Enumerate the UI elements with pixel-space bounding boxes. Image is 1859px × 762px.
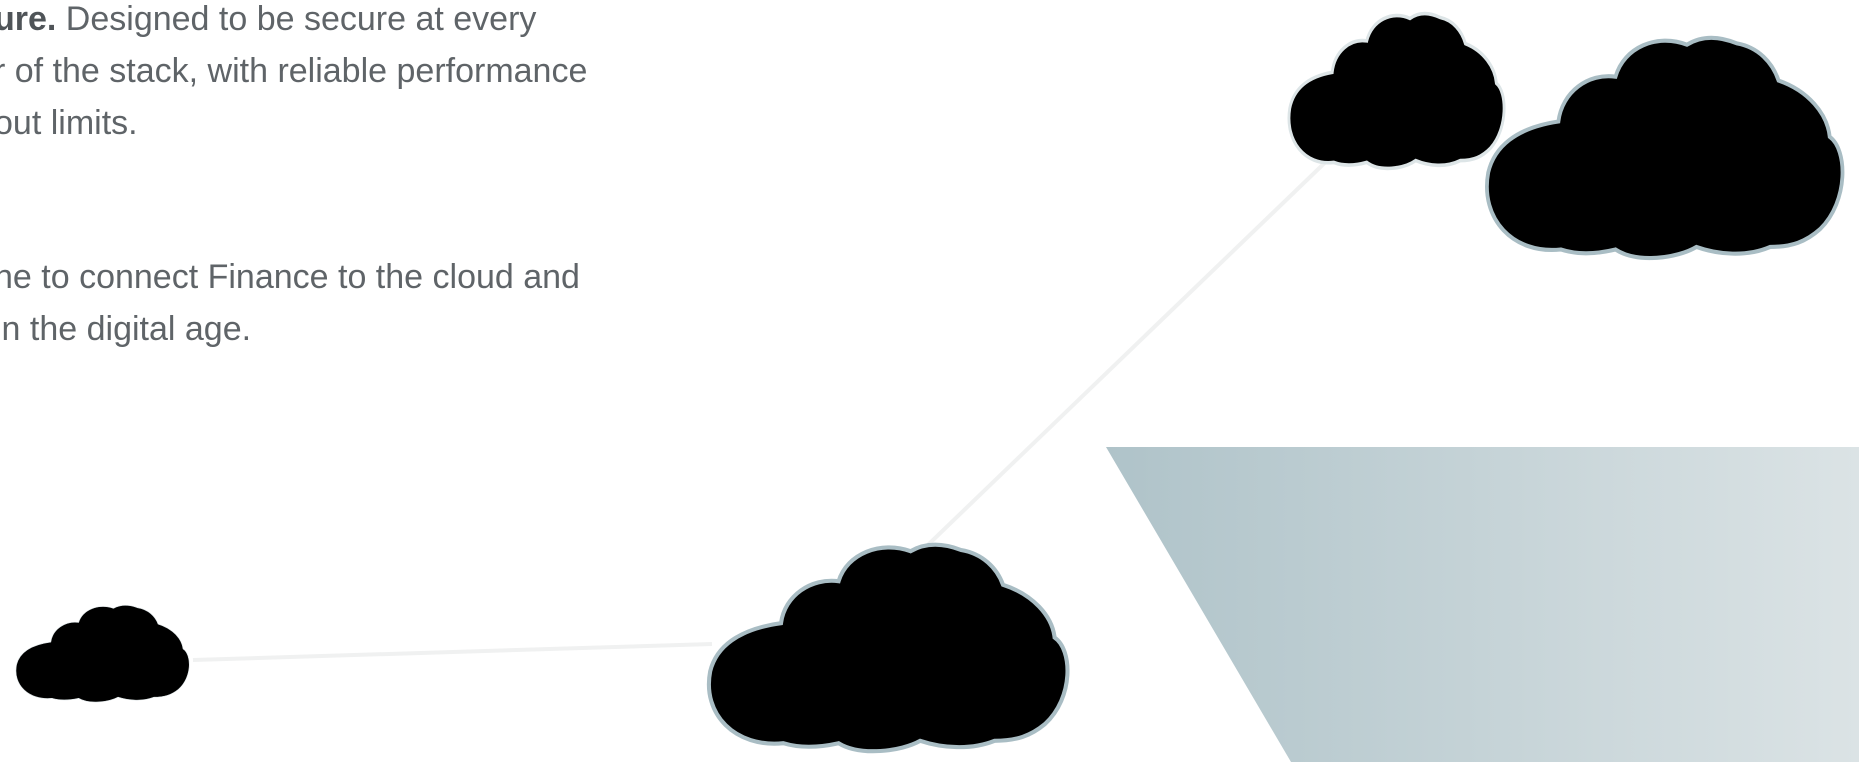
cloud-icon [1487, 38, 1843, 258]
connector-line [192, 642, 713, 662]
secondary-paragraph: ne to connect Finance to the cloud and i… [0, 251, 580, 355]
cloud-icon [709, 545, 1068, 751]
gradient-panel [1106, 447, 1859, 762]
line-text: out limits. [0, 104, 138, 142]
bold-lead-text: ure. [0, 0, 57, 38]
hero-section: ure. Designed to be secure at every r of… [0, 0, 1859, 762]
line-text: ne to connect Finance to the cloud and [0, 258, 580, 296]
line-text: Designed to be secure at every [56, 0, 537, 38]
intro-paragraph: ure. Designed to be secure at every r of… [0, 0, 587, 149]
line-text: r of the stack, with reliable performanc… [0, 52, 588, 90]
cloud-icon [1287, 11, 1506, 171]
paragraph-line: ure. Designed to be secure at every [0, 0, 587, 45]
line-text: in the digital age. [0, 310, 252, 348]
cloud-icon [15, 605, 190, 703]
